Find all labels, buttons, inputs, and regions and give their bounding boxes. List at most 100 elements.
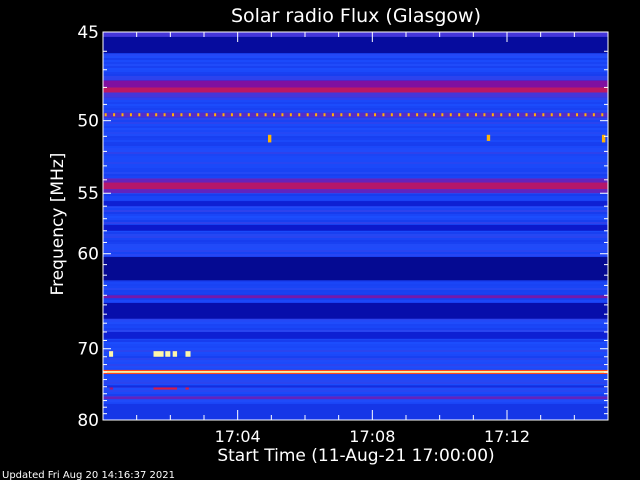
spectrogram-row [103, 108, 608, 110]
spectrogram-row [103, 300, 608, 302]
interference-dot [306, 113, 309, 117]
burst-event-6 [267, 134, 272, 143]
spectrogram-row [103, 324, 608, 326]
spectrogram-row [103, 282, 608, 284]
interference-dot [424, 113, 427, 117]
frequency-band-3 [103, 80, 608, 88]
frequency-band-19 [103, 385, 608, 388]
spectrogram-row [103, 210, 608, 212]
interference-dot [348, 113, 351, 117]
spectrogram-row [103, 368, 608, 370]
y-tick-label: 50 [77, 112, 99, 132]
spectrogram-row [103, 358, 608, 360]
x-tick-label: 17:12 [484, 427, 530, 446]
spectrogram-row [103, 220, 608, 222]
spectrogram-row [103, 356, 608, 358]
interference-dot [441, 113, 444, 117]
interference-dot [508, 113, 511, 117]
spectrogram-row [103, 286, 608, 288]
spectrogram-row [103, 66, 608, 68]
y-tick-label: 70 [77, 340, 99, 360]
interference-dot [163, 113, 166, 117]
spectrogram-row [103, 142, 608, 144]
interference-dot [533, 113, 536, 117]
spectrogram-row [103, 128, 608, 130]
y-axis-label: Frequency [MHz] [48, 153, 68, 296]
interference-dot [315, 113, 318, 117]
burst-event-11 [109, 387, 114, 390]
interference-dot [559, 113, 562, 117]
frequency-band-5 [103, 92, 608, 98]
spectrogram-row [103, 292, 608, 294]
spectrogram-row [103, 106, 608, 108]
spectrogram-row [103, 344, 608, 346]
spectrogram-row [103, 76, 608, 78]
spectrogram-row [103, 166, 608, 168]
spectrogram-row [103, 246, 608, 248]
spectrogram-row [103, 208, 608, 210]
interference-dot [382, 113, 385, 117]
spectrogram-row [103, 234, 608, 236]
interference-dot [483, 113, 486, 117]
frequency-band-4 [103, 87, 608, 93]
interference-dot [188, 113, 191, 117]
interference-dot [205, 113, 208, 117]
spectrogram-row [103, 348, 608, 350]
spectrogram-row [103, 214, 608, 216]
spectrogram-row [103, 168, 608, 170]
burst-event-2 [153, 351, 164, 357]
spectrogram-row [103, 364, 608, 366]
interference-dot [180, 113, 183, 117]
spectrogram-row [103, 238, 608, 240]
x-tick-label: 17:08 [349, 427, 395, 446]
interference-dot [281, 113, 284, 117]
spectrogram-row [103, 248, 608, 250]
spectrogram-row [103, 394, 608, 396]
interference-dot [230, 113, 233, 117]
spectrogram-row [103, 232, 608, 234]
spectrogram-row [103, 160, 608, 162]
spectrogram-row [103, 110, 608, 112]
spectrogram-row [103, 70, 608, 72]
interference-dot [365, 113, 368, 117]
frequency-band-16 [103, 369, 608, 372]
spectrogram-row [103, 104, 608, 106]
interference-dot [104, 113, 107, 117]
interference-dot [584, 113, 587, 117]
burst-event-9 [153, 387, 178, 390]
interference-dot [214, 113, 217, 117]
spectrogram-row [103, 162, 608, 164]
spectrogram-row [103, 290, 608, 292]
interference-dot [525, 113, 528, 117]
spectrogram-row [103, 322, 608, 324]
interference-dot [374, 113, 377, 117]
interference-dot [323, 113, 326, 117]
frequency-band-12 [103, 257, 608, 281]
interference-dot [298, 113, 301, 117]
spectrogram-row [103, 122, 608, 124]
spectrogram-row [103, 198, 608, 200]
spectrogram-row [103, 174, 608, 176]
x-tick-label: 17:04 [215, 427, 261, 446]
frequency-band-6 [103, 112, 608, 118]
spectrogram-row [103, 288, 608, 290]
spectrogram-row [103, 120, 608, 122]
spectrogram-row [103, 236, 608, 238]
spectrogram-row [103, 206, 608, 208]
spectrogram-row [103, 354, 608, 356]
spectrogram-row [103, 140, 608, 142]
spectrogram-row [103, 374, 608, 376]
interference-dot [517, 113, 520, 117]
spectrogram-row [103, 78, 608, 80]
y-tick-label: 60 [77, 245, 99, 265]
chart-title: Solar radio Flux (Glasgow) [231, 5, 481, 27]
interference-dot [264, 113, 267, 117]
spectrogram-row [103, 212, 608, 214]
interference-dot [273, 113, 276, 117]
y-tick-label: 80 [77, 411, 99, 431]
updated-timestamp: Updated Fri Aug 20 14:16:37 2021 [2, 470, 175, 480]
spectrogram-row [103, 376, 608, 378]
frequency-band-20 [103, 396, 608, 400]
spectrogram-row [103, 218, 608, 220]
spectrogram-row [103, 68, 608, 70]
